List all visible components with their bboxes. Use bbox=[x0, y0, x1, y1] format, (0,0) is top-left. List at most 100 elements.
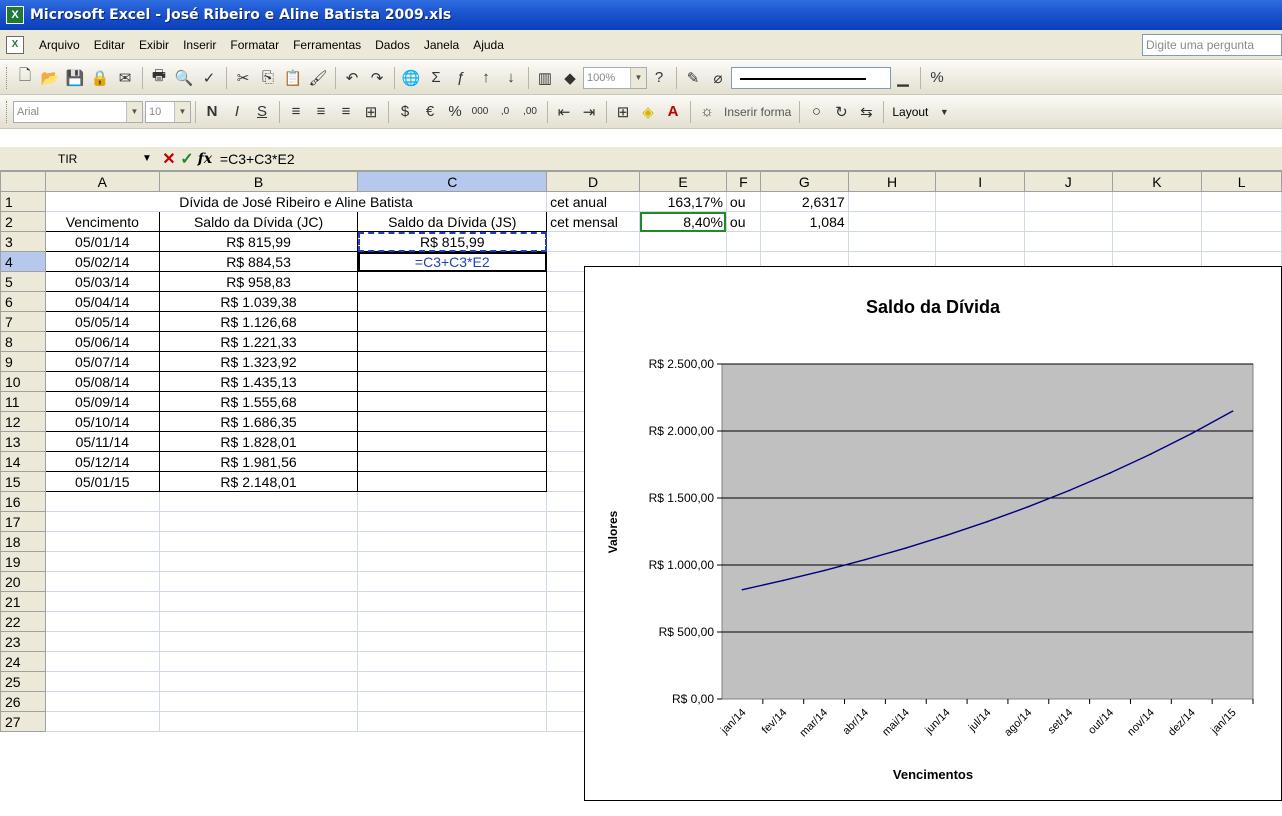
cell-saldo-jc[interactable]: R$ 1.323,92 bbox=[158, 351, 359, 372]
cell[interactable] bbox=[357, 511, 548, 532]
cell-f1[interactable]: ou bbox=[725, 191, 761, 212]
cell-saldo-js[interactable] bbox=[357, 351, 548, 372]
cell[interactable] bbox=[44, 711, 160, 732]
menu-inserir[interactable]: Inserir bbox=[176, 34, 223, 56]
column-header[interactable]: A bbox=[44, 171, 160, 192]
menu-janela[interactable]: Janela bbox=[417, 34, 466, 56]
row-header[interactable]: 5 bbox=[0, 271, 46, 292]
menu-exibir[interactable]: Exibir bbox=[132, 34, 176, 56]
cell[interactable] bbox=[44, 631, 160, 652]
redo-icon[interactable]: ↷ bbox=[365, 66, 389, 90]
menu-editar[interactable]: Editar bbox=[87, 34, 132, 56]
cell[interactable] bbox=[357, 711, 548, 732]
menu-formatar[interactable]: Formatar bbox=[223, 34, 286, 56]
cell[interactable] bbox=[44, 511, 160, 532]
row-header[interactable]: 20 bbox=[0, 571, 46, 592]
row-header[interactable]: 7 bbox=[0, 311, 46, 332]
email-icon[interactable]: ✉ bbox=[113, 66, 137, 90]
cell-saldo-js[interactable] bbox=[357, 451, 548, 472]
row-header[interactable]: 27 bbox=[0, 711, 46, 732]
cell[interactable] bbox=[44, 691, 160, 712]
cell-e2[interactable]: 8,40% bbox=[639, 211, 727, 232]
fill-color-icon[interactable]: ◈ bbox=[636, 100, 660, 124]
row-header[interactable]: 10 bbox=[0, 371, 46, 392]
cell[interactable] bbox=[44, 671, 160, 692]
chevron-down-icon[interactable]: ▼ bbox=[174, 101, 190, 122]
column-header[interactable]: E bbox=[639, 171, 727, 192]
row-header[interactable]: 13 bbox=[0, 431, 46, 452]
chart-wizard-icon[interactable]: ▥ bbox=[533, 66, 557, 90]
cell[interactable] bbox=[546, 231, 641, 252]
insert-shape-button[interactable]: Inserir forma bbox=[720, 105, 795, 119]
cell-vencimento[interactable]: 05/04/14 bbox=[44, 291, 160, 312]
column-header[interactable]: K bbox=[1111, 171, 1203, 192]
decrease-decimal-icon[interactable]: ,00 bbox=[518, 100, 542, 124]
cell[interactable] bbox=[158, 551, 359, 572]
cell-saldo-jc[interactable]: R$ 1.039,38 bbox=[158, 291, 359, 312]
pen-icon[interactable]: ✎ bbox=[681, 66, 705, 90]
cell[interactable] bbox=[158, 691, 359, 712]
save-icon[interactable]: 💾 bbox=[63, 66, 87, 90]
column-header[interactable]: G bbox=[759, 171, 849, 192]
cell[interactable] bbox=[357, 571, 548, 592]
menu-arquivo[interactable]: Arquivo bbox=[32, 34, 87, 56]
row-header[interactable]: 23 bbox=[0, 631, 46, 652]
font-name-select[interactable]: Arial ▼ bbox=[13, 100, 143, 123]
italic-icon[interactable]: I bbox=[225, 100, 249, 124]
row-header[interactable]: 9 bbox=[0, 351, 46, 372]
header-saldo-jc[interactable]: Saldo da Dívida (JC) bbox=[158, 211, 359, 232]
print-preview-icon[interactable]: 🔍 bbox=[172, 66, 196, 90]
cell[interactable] bbox=[44, 611, 160, 632]
cell[interactable] bbox=[357, 551, 548, 572]
row-header[interactable]: 19 bbox=[0, 551, 46, 572]
row-header[interactable]: 6 bbox=[0, 291, 46, 312]
cell-vencimento[interactable]: 05/01/15 bbox=[44, 471, 160, 492]
eraser-icon[interactable]: ⌀ bbox=[706, 66, 730, 90]
cell[interactable] bbox=[1201, 191, 1282, 212]
decrease-indent-icon[interactable]: ⇤ bbox=[552, 100, 576, 124]
row-header[interactable]: 17 bbox=[0, 511, 46, 532]
excel-app-icon[interactable]: X bbox=[6, 6, 24, 24]
cell-vencimento[interactable]: 05/05/14 bbox=[44, 311, 160, 332]
cell-saldo-jc[interactable]: R$ 815,99 bbox=[158, 231, 359, 252]
cell-saldo-js[interactable] bbox=[357, 471, 548, 492]
zoom-select[interactable]: 100% ▼ bbox=[583, 66, 647, 89]
cell-saldo-js[interactable] bbox=[357, 371, 548, 392]
ask-question-input[interactable]: Digite uma pergunta bbox=[1142, 34, 1282, 56]
cell[interactable] bbox=[357, 631, 548, 652]
cell-saldo-js[interactable] bbox=[357, 431, 548, 452]
sort-ascending-icon[interactable]: ↑ bbox=[474, 66, 498, 90]
row-header[interactable]: 14 bbox=[0, 451, 46, 472]
cell-saldo-js[interactable] bbox=[357, 271, 548, 292]
percent-style-icon[interactable]: % bbox=[443, 100, 467, 124]
cell[interactable] bbox=[357, 691, 548, 712]
cell-saldo-jc[interactable]: R$ 1.555,68 bbox=[158, 391, 359, 412]
row-header[interactable]: 22 bbox=[0, 611, 46, 632]
formula-input[interactable]: =C3+C3*E2 bbox=[214, 149, 1282, 169]
active-cell-editing[interactable]: =C3+C3*E2 bbox=[357, 251, 548, 272]
bold-icon[interactable]: N bbox=[200, 100, 224, 124]
cell[interactable] bbox=[759, 231, 849, 252]
column-header[interactable]: B bbox=[158, 171, 359, 192]
cell[interactable] bbox=[357, 651, 548, 672]
cell[interactable] bbox=[639, 231, 727, 252]
row-header[interactable]: 1 bbox=[0, 191, 46, 212]
currency-icon[interactable]: $ bbox=[393, 100, 417, 124]
help-icon[interactable]: ? bbox=[647, 66, 671, 90]
font-color-icon[interactable]: A bbox=[661, 100, 685, 124]
copy-icon[interactable]: ⎘ bbox=[256, 66, 280, 90]
cell-vencimento[interactable]: 05/12/14 bbox=[44, 451, 160, 472]
cell[interactable] bbox=[725, 231, 761, 252]
layout-button[interactable]: Layout bbox=[888, 105, 932, 119]
row-header[interactable]: 12 bbox=[0, 411, 46, 432]
cell[interactable] bbox=[1201, 231, 1282, 252]
percent-icon[interactable]: % bbox=[925, 66, 949, 90]
insert-shape-icon[interactable]: ☼ bbox=[695, 100, 719, 124]
cell-saldo-jc[interactable]: R$ 1.981,56 bbox=[158, 451, 359, 472]
column-header[interactable]: F bbox=[725, 171, 761, 192]
cell-saldo-jc[interactable]: R$ 1.435,13 bbox=[158, 371, 359, 392]
enter-formula-icon[interactable]: ✓ bbox=[178, 149, 196, 169]
cell-vencimento[interactable]: 05/01/14 bbox=[44, 231, 160, 252]
cancel-formula-icon[interactable]: ✕ bbox=[160, 149, 178, 169]
menu-dados[interactable]: Dados bbox=[368, 34, 417, 56]
